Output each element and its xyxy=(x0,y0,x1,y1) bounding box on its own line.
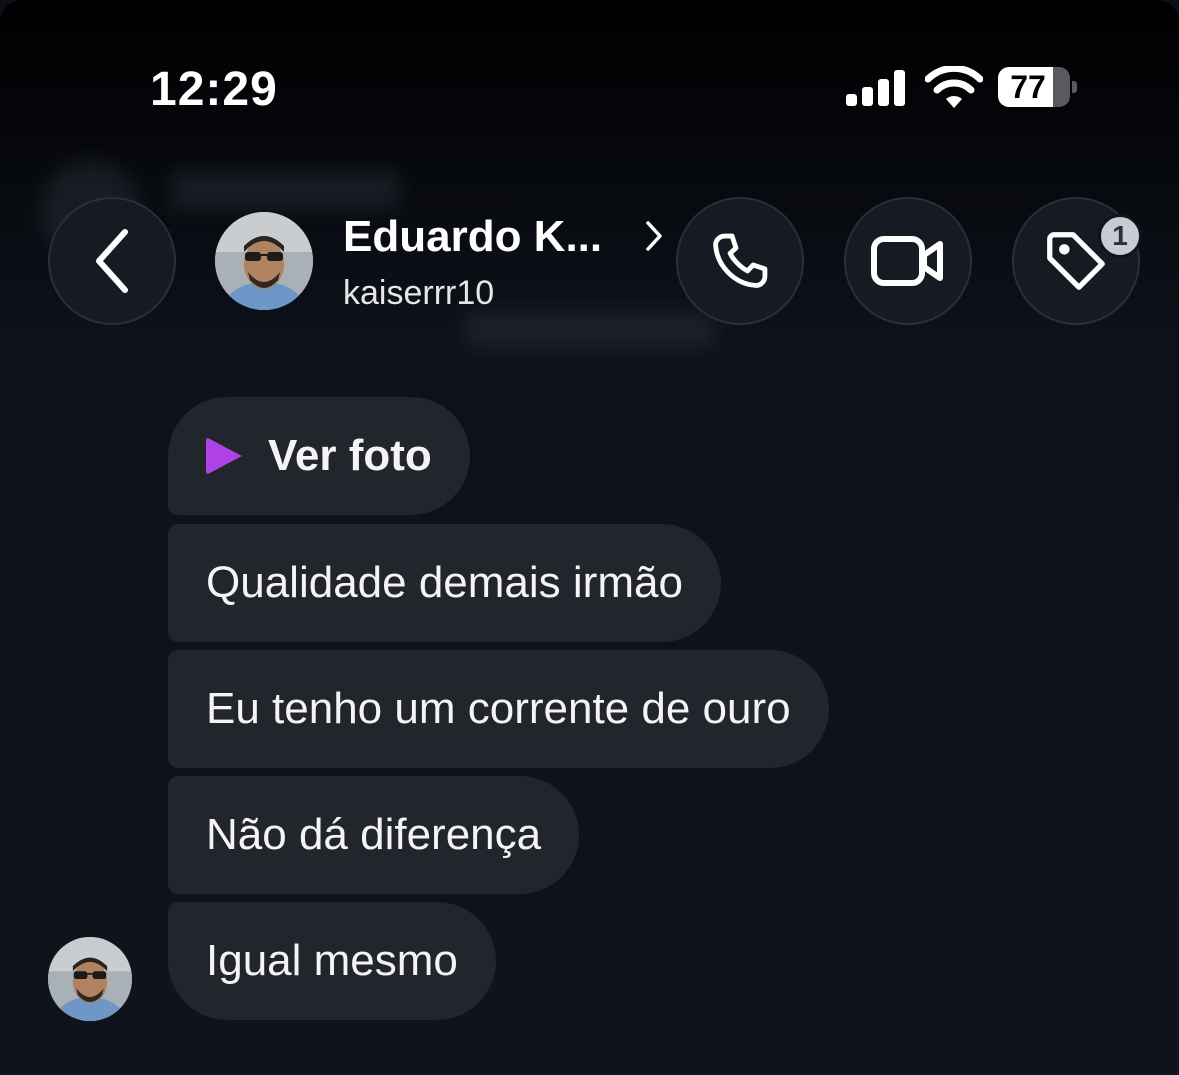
chevron-right-icon[interactable] xyxy=(643,218,665,254)
message-text: Ver foto xyxy=(268,431,432,480)
status-time: 12:29 xyxy=(150,63,278,116)
chevron-left-icon xyxy=(96,229,128,293)
message-bubble[interactable]: Qualidade demais irmão xyxy=(168,524,721,642)
avatar-photo xyxy=(48,937,132,1021)
message-bubble[interactable]: Igual mesmo xyxy=(168,902,496,1020)
message-text: Igual mesmo xyxy=(206,936,458,985)
contact-name[interactable]: Eduardo K... xyxy=(343,212,602,262)
cellular-signal-icon xyxy=(846,70,906,106)
battery-indicator: 77 xyxy=(998,67,1077,107)
back-button[interactable] xyxy=(48,197,176,325)
message-bubble[interactable]: Eu tenho um corrente de ouro xyxy=(168,650,829,768)
phone-icon xyxy=(713,233,768,288)
play-icon xyxy=(206,437,242,475)
contact-avatar[interactable] xyxy=(215,212,313,310)
sender-avatar[interactable] xyxy=(48,937,132,1021)
message-bubble-view-photo[interactable]: Ver foto xyxy=(168,397,470,515)
avatar-photo xyxy=(215,212,313,310)
chat-screen: 12:29 77 Eduardo K... kaiserrr10 1 Ver f… xyxy=(0,0,1179,1075)
message-text: Eu tenho um corrente de ouro xyxy=(206,684,791,733)
contact-username: kaiserrr10 xyxy=(343,274,495,312)
message-bubble[interactable]: Não dá diferença xyxy=(168,776,580,894)
message-text: Não dá diferença xyxy=(206,810,542,859)
wifi-icon xyxy=(925,66,983,108)
video-camera-icon xyxy=(871,236,943,286)
tag-notification-badge: 1 xyxy=(1098,214,1142,258)
battery-percent-label: 77 xyxy=(1010,69,1046,105)
call-button[interactable] xyxy=(676,197,804,325)
video-call-button[interactable] xyxy=(844,197,972,325)
message-text: Qualidade demais irmão xyxy=(206,558,683,607)
